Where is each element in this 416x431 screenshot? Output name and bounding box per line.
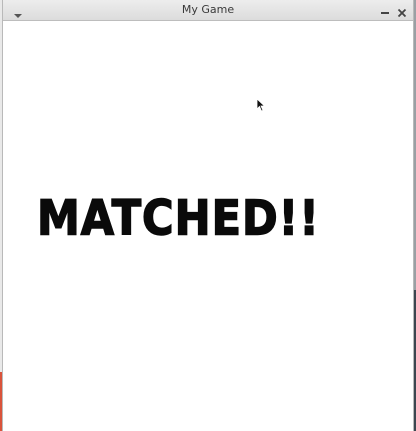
title-bar[interactable]: My Game (3, 0, 413, 21)
window-title: My Game (181, 3, 235, 16)
close-icon[interactable] (396, 4, 408, 18)
matched-message: MATCHED!! (36, 190, 320, 248)
minimize-icon[interactable] (379, 4, 391, 16)
game-window: My Game MATCHED!! (2, 0, 414, 431)
game-canvas[interactable]: MATCHED!! (3, 21, 413, 431)
mouse-pointer-icon (256, 97, 266, 112)
